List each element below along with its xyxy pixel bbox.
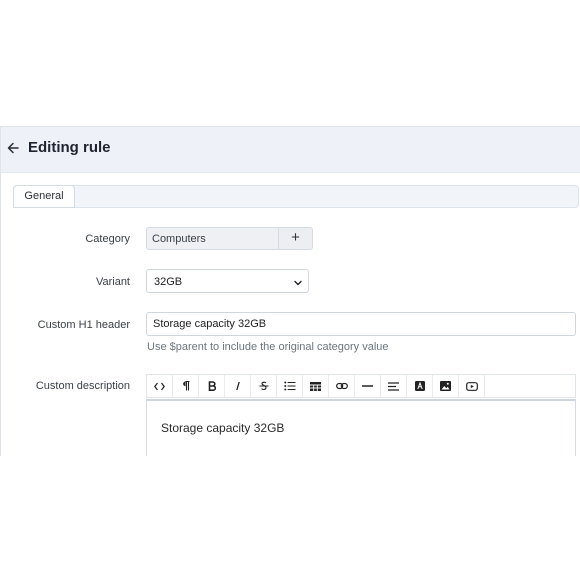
variant-label: Variant: [95, 276, 130, 288]
custom-h1-input[interactable]: [147, 313, 575, 335]
page-header: Editing rule: [1, 127, 580, 173]
bold-icon[interactable]: [199, 375, 225, 397]
variant-selected-value: 32GB: [154, 276, 183, 288]
add-category-button[interactable]: +: [278, 228, 312, 249]
description-editor[interactable]: Storage capacity 32GB: [146, 399, 576, 456]
editor-content: Storage capacity 32GB: [161, 421, 285, 435]
tab-bar: General: [13, 185, 579, 208]
plus-icon: +: [291, 229, 300, 246]
edit-rule-panel: Editing rule General Category Computers …: [0, 126, 580, 456]
strikethrough-icon[interactable]: [251, 375, 277, 397]
custom-h1-field[interactable]: [146, 312, 576, 336]
custom-h1-hint: Use $parent to include the original cate…: [147, 341, 389, 353]
variant-select[interactable]: 32GB: [146, 269, 309, 293]
video-icon[interactable]: [459, 375, 485, 397]
italic-icon[interactable]: [225, 375, 251, 397]
editor-toolbar: [146, 374, 576, 398]
link-icon[interactable]: [329, 375, 355, 397]
arrow-left-icon[interactable]: [6, 140, 20, 156]
paragraph-icon[interactable]: [173, 375, 199, 397]
category-label: Category: [85, 233, 130, 245]
page-title: Editing rule: [28, 139, 111, 156]
category-value: Computers: [152, 233, 206, 245]
custom-description-label: Custom description: [35, 380, 130, 392]
code-icon[interactable]: [147, 375, 173, 397]
horizontal-rule-icon[interactable]: [355, 375, 381, 397]
category-field[interactable]: Computers +: [146, 227, 313, 250]
align-icon[interactable]: [381, 375, 407, 397]
image-icon[interactable]: [433, 375, 459, 397]
table-icon[interactable]: [303, 375, 329, 397]
tab-general[interactable]: General: [13, 185, 75, 208]
bullet-list-icon[interactable]: [277, 375, 303, 397]
custom-h1-label: Custom H1 header: [37, 319, 130, 331]
text-color-icon[interactable]: [407, 375, 433, 397]
chevron-down-icon: [294, 278, 302, 286]
